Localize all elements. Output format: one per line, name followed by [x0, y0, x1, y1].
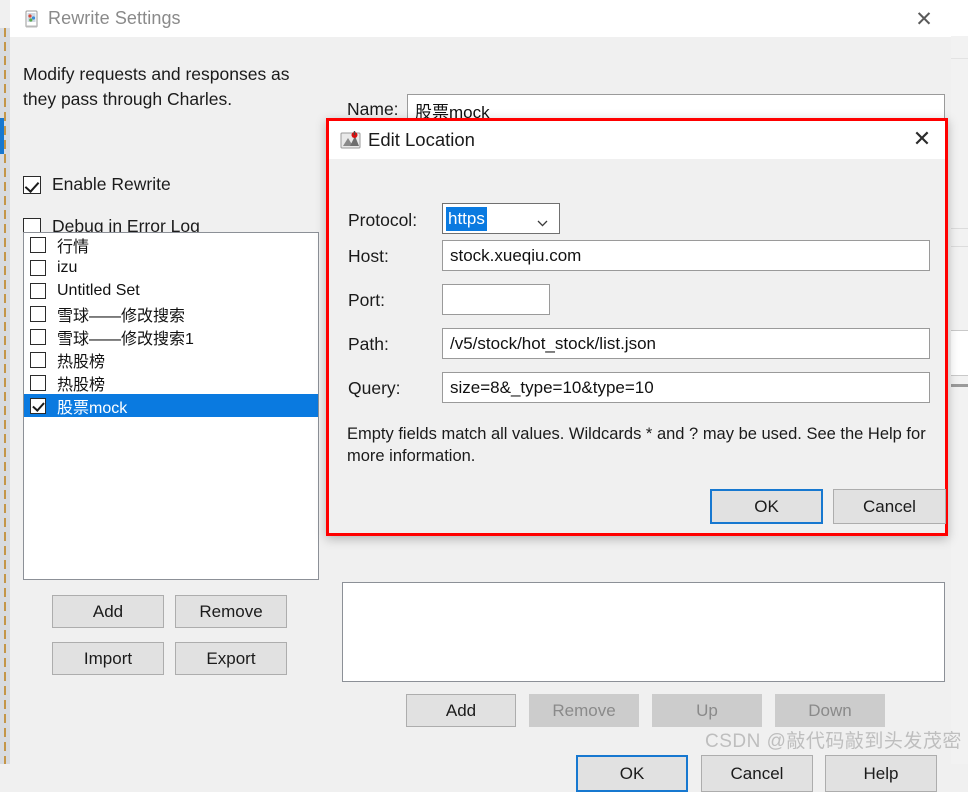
list-item-label: 热股榜: [57, 353, 106, 371]
dialog-close-icon[interactable]: ✕: [909, 127, 935, 153]
path-input[interactable]: /v5/stock/hot_stock/list.json: [442, 328, 930, 359]
list-item-label: 股票mock: [57, 399, 128, 417]
window-close-icon[interactable]: ✕: [911, 6, 937, 32]
enable-rewrite-checkbox[interactable]: [23, 175, 41, 194]
list-item[interactable]: 雪球——修改搜索: [24, 302, 318, 325]
protocol-label: Protocol:: [348, 210, 418, 230]
path-label: Path:: [348, 334, 389, 354]
list-item-checkbox[interactable]: [30, 305, 46, 322]
add-set-button[interactable]: Add: [52, 595, 164, 628]
protocol-value: https: [446, 207, 487, 231]
port-input[interactable]: [442, 284, 550, 315]
background-window-left-text-strip: [4, 28, 6, 764]
list-item-label: Untitled Set: [57, 281, 140, 299]
list-item-checkbox[interactable]: [30, 236, 46, 253]
enable-rewrite-checkbox-row[interactable]: Enable Rewrite: [23, 174, 171, 195]
list-item-checkbox[interactable]: [30, 351, 46, 368]
charles-location-icon: [340, 130, 361, 150]
list-item-checkbox[interactable]: [30, 282, 46, 299]
list-item-label: 热股榜: [57, 376, 106, 394]
window-title: Rewrite Settings: [48, 8, 181, 28]
move-down-button: Down: [775, 694, 885, 727]
list-item-label: 雪球——修改搜索1: [57, 330, 194, 348]
dialog-title: Edit Location: [368, 129, 475, 150]
add-rule-button[interactable]: Add: [406, 694, 516, 727]
name-label: Name:: [347, 99, 399, 119]
list-item[interactable]: Untitled Set: [24, 279, 318, 302]
list-item[interactable]: izu: [24, 256, 318, 279]
dialog-hint-text: Empty fields match all values. Wildcards…: [347, 425, 926, 465]
list-item[interactable]: 热股榜: [24, 348, 318, 371]
list-item-checkbox[interactable]: [30, 328, 46, 345]
list-item-checkbox[interactable]: [30, 374, 46, 391]
window-titlebar: Rewrite Settings ✕: [10, 0, 951, 38]
rules-detail-panel[interactable]: [342, 582, 945, 682]
ok-button[interactable]: OK: [576, 755, 688, 792]
move-up-button: Up: [652, 694, 762, 727]
chevron-down-icon[interactable]: [537, 214, 548, 227]
list-item[interactable]: 热股榜: [24, 371, 318, 394]
dialog-cancel-button[interactable]: Cancel: [833, 489, 946, 524]
dialog-titlebar: Edit Location ✕: [329, 121, 945, 159]
cancel-button[interactable]: Cancel: [701, 755, 813, 792]
query-label: Query:: [348, 378, 401, 398]
protocol-combobox[interactable]: https: [442, 203, 560, 234]
import-button[interactable]: Import: [52, 642, 164, 675]
list-item-checkbox[interactable]: [30, 259, 46, 276]
list-item-label: izu: [57, 258, 78, 276]
charles-cup-icon: [22, 9, 41, 29]
host-label: Host:: [348, 246, 389, 266]
edit-location-dialog: Edit Location ✕ Protocol: https Host: st…: [326, 118, 948, 536]
enable-rewrite-label: Enable Rewrite: [52, 174, 171, 194]
dialog-body: Protocol: https Host: stock.xueqiu.com P…: [329, 159, 946, 533]
host-input[interactable]: stock.xueqiu.com: [442, 240, 930, 271]
list-item-selected[interactable]: 股票mock: [24, 394, 318, 417]
export-button[interactable]: Export: [175, 642, 287, 675]
help-button[interactable]: Help: [825, 755, 937, 792]
rewrite-description: Modify requests and responses as they pa…: [23, 64, 290, 109]
remove-set-button[interactable]: Remove: [175, 595, 287, 628]
list-item[interactable]: 雪球——修改搜索1: [24, 325, 318, 348]
rewrite-sets-listbox[interactable]: 行情 izu Untitled Set 雪球——修改搜索 雪球——修改搜索1 热…: [23, 232, 319, 580]
port-label: Port:: [348, 290, 385, 310]
list-item-label: 行情: [57, 238, 90, 256]
remove-rule-button: Remove: [529, 694, 639, 727]
query-input[interactable]: size=8&_type=10&type=10: [442, 372, 930, 403]
background-window-left-selection: [0, 118, 4, 154]
list-item[interactable]: 行情: [24, 233, 318, 256]
list-item-checkbox[interactable]: [30, 397, 46, 414]
list-item-label: 雪球——修改搜索: [57, 307, 186, 325]
dialog-ok-button[interactable]: OK: [710, 489, 823, 524]
